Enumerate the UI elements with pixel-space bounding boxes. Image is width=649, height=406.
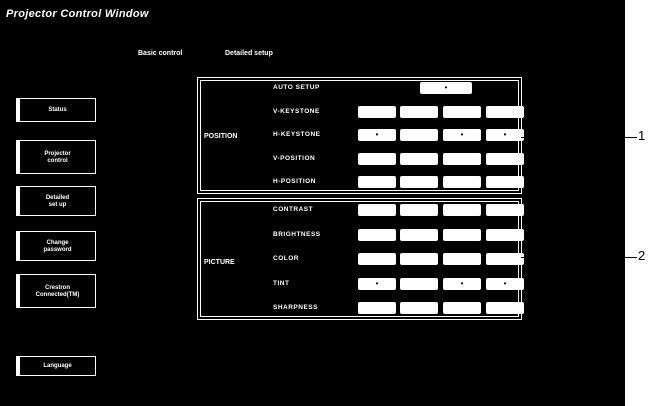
brightness-adjust-button-2[interactable] bbox=[400, 228, 438, 241]
callout-1-line bbox=[521, 137, 637, 138]
brightness-adjust-button-3[interactable] bbox=[443, 228, 481, 241]
v-keystone-adjust-button-2[interactable] bbox=[400, 105, 438, 118]
sidebar-item-language[interactable]: Language bbox=[16, 356, 96, 376]
v-position-label: V-POSITION bbox=[273, 154, 316, 162]
sharpness-adjust-button-2[interactable] bbox=[400, 302, 438, 314]
v-position-adjust-button-4[interactable] bbox=[486, 152, 524, 165]
v-keystone-adjust-button-1[interactable] bbox=[358, 105, 396, 118]
contrast-adjust-button-4[interactable] bbox=[486, 204, 524, 216]
color-adjust-button-4[interactable] bbox=[486, 253, 524, 265]
h-keystone-adjust-button-2[interactable] bbox=[400, 129, 438, 141]
contrast-adjust-button-1[interactable] bbox=[358, 204, 396, 216]
brightness-adjust-button-4[interactable] bbox=[486, 228, 524, 241]
h-position-adjust-button-4[interactable] bbox=[486, 176, 524, 188]
tint-adjust-button-3[interactable]: • bbox=[443, 277, 481, 290]
position-group-label: POSITION bbox=[204, 133, 238, 140]
v-keystone-adjust-button-4[interactable] bbox=[486, 105, 524, 118]
color-adjust-button-1[interactable] bbox=[358, 253, 396, 265]
tint-adjust-button-2[interactable] bbox=[400, 277, 438, 290]
sidebar-item-crestron-connected[interactable]: Crestron Connected(TM) bbox=[16, 274, 96, 308]
brightness-adjust-button-1[interactable] bbox=[358, 228, 396, 241]
h-position-adjust-button-1[interactable] bbox=[358, 176, 396, 188]
brightness-label: BRIGHTNESS bbox=[273, 230, 321, 238]
h-position-label: H-POSITION bbox=[273, 178, 316, 185]
sharpness-adjust-button-3[interactable] bbox=[443, 302, 481, 314]
h-keystone-label: H-KEYSTONE bbox=[273, 131, 321, 138]
color-label: COLOR bbox=[273, 255, 299, 262]
contrast-adjust-button-2[interactable] bbox=[400, 204, 438, 216]
contrast-adjust-button-3[interactable] bbox=[443, 204, 481, 216]
v-position-adjust-button-2[interactable] bbox=[400, 152, 438, 165]
v-keystone-label: V-KEYSTONE bbox=[273, 107, 320, 115]
sidebar-item-status[interactable]: Status bbox=[16, 98, 96, 122]
tint-adjust-button-4[interactable]: • bbox=[486, 277, 524, 290]
callout-1-number: 1 bbox=[638, 128, 646, 143]
projector-control-window: Projector Control Window Basic control D… bbox=[0, 0, 625, 406]
sidebar-item-change-password[interactable]: Change password bbox=[16, 231, 96, 261]
sharpness-adjust-button-1[interactable] bbox=[358, 302, 396, 314]
color-adjust-button-2[interactable] bbox=[400, 253, 438, 265]
color-adjust-button-3[interactable] bbox=[443, 253, 481, 265]
callout-2-line bbox=[521, 257, 637, 258]
h-keystone-adjust-button-4[interactable]: • bbox=[486, 129, 524, 141]
callout-2-number: 2 bbox=[638, 248, 646, 263]
sidebar-item-detailed-setup[interactable]: Detailed set up bbox=[16, 186, 96, 216]
tint-label: TINT bbox=[273, 279, 290, 287]
tab-detailed-setup[interactable]: Detailed setup bbox=[225, 50, 273, 57]
sharpness-label: SHARPNESS bbox=[273, 304, 318, 311]
picture-group-label: PICTURE bbox=[204, 259, 235, 266]
sidebar-item-projector-control[interactable]: Projector control bbox=[16, 140, 96, 174]
v-position-adjust-button-3[interactable] bbox=[443, 152, 481, 165]
h-position-adjust-button-2[interactable] bbox=[400, 176, 438, 188]
contrast-label: CONTRAST bbox=[273, 206, 314, 213]
h-keystone-adjust-button-3[interactable]: • bbox=[443, 129, 481, 141]
window-title: Projector Control Window bbox=[6, 8, 149, 20]
tab-basic-control[interactable]: Basic control bbox=[138, 50, 182, 57]
h-position-adjust-button-3[interactable] bbox=[443, 176, 481, 188]
auto-setup-label: AUTO SETUP bbox=[273, 84, 320, 91]
v-keystone-adjust-button-3[interactable] bbox=[443, 105, 481, 118]
tint-adjust-button-1[interactable]: • bbox=[358, 277, 396, 290]
h-keystone-adjust-button-1[interactable]: • bbox=[358, 129, 396, 141]
sharpness-adjust-button-4[interactable] bbox=[486, 302, 524, 314]
v-position-adjust-button-1[interactable] bbox=[358, 152, 396, 165]
auto-setup-button[interactable]: • bbox=[420, 82, 472, 94]
